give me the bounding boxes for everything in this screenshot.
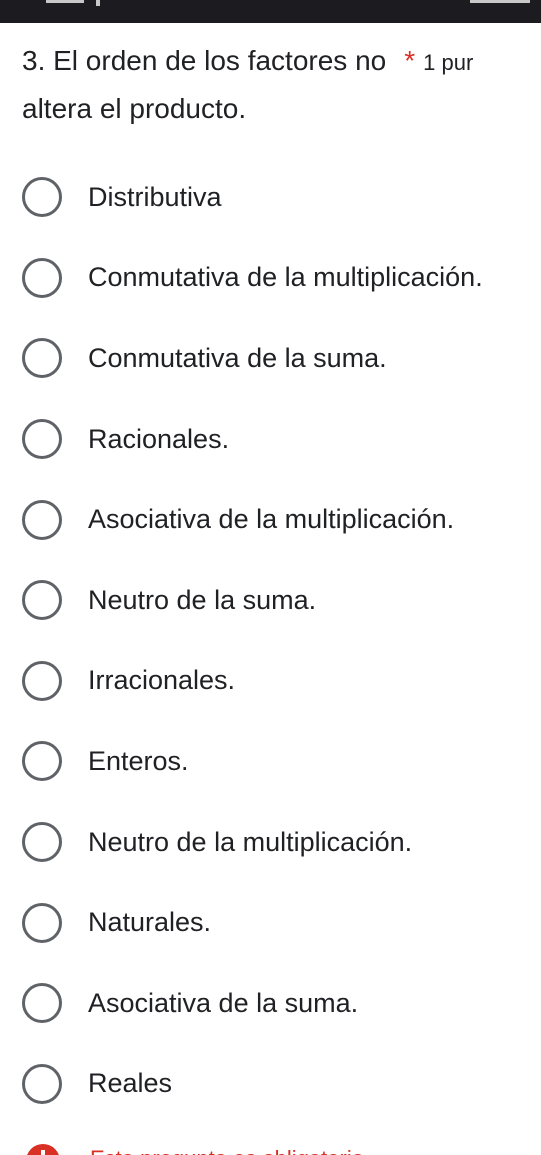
radio-button[interactable] — [22, 902, 62, 943]
radio-button[interactable] — [22, 580, 62, 621]
question-title-line2: altera el producto. — [22, 93, 247, 124]
option-conmutativa-multiplicacion[interactable]: Conmutativa de la multiplicación. — [0, 238, 541, 319]
option-label[interactable]: Enteros. — [88, 746, 189, 777]
options-list: Distributiva Conmutativa de la multiplic… — [0, 157, 541, 1124]
radio-button[interactable] — [22, 177, 62, 218]
option-label[interactable]: Asociativa de la suma. — [88, 988, 358, 1019]
option-label[interactable]: Distributiva — [88, 182, 222, 213]
option-irracionales[interactable]: Irracionales. — [0, 641, 541, 722]
option-enteros[interactable]: Enteros. — [0, 721, 541, 802]
option-label[interactable]: Conmutativa de la multiplicación. — [88, 262, 483, 293]
radio-button[interactable] — [22, 257, 62, 298]
option-distributiva[interactable]: Distributiva — [0, 157, 541, 238]
option-neutro-suma[interactable]: Neutro de la suma. — [0, 560, 541, 641]
top-bar-mark — [46, 0, 84, 3]
option-reales[interactable]: Reales — [0, 1044, 541, 1125]
option-label[interactable]: Neutro de la multiplicación. — [88, 827, 412, 858]
radio-button[interactable] — [22, 822, 62, 863]
radio-button[interactable] — [22, 1063, 62, 1104]
option-racionales[interactable]: Racionales. — [0, 399, 541, 480]
error-icon — [26, 1144, 60, 1155]
option-asociativa-suma[interactable]: Asociativa de la suma. — [0, 963, 541, 1044]
option-label[interactable]: Neutro de la suma. — [88, 585, 316, 616]
question-points: 1 pur — [423, 50, 474, 75]
option-label[interactable]: Irracionales. — [88, 665, 235, 696]
radio-button[interactable] — [22, 338, 62, 379]
option-label[interactable]: Conmutativa de la suma. — [88, 343, 387, 374]
question-title: 3. El orden de los factores no * 1 pur alt… — [22, 38, 541, 132]
top-bar — [0, 0, 541, 23]
option-conmutativa-suma[interactable]: Conmutativa de la suma. — [0, 318, 541, 399]
option-label[interactable]: Naturales. — [88, 907, 211, 938]
option-label[interactable]: Reales — [88, 1068, 172, 1099]
required-warning: Esta pregunta es obligatoria — [0, 1138, 541, 1155]
radio-button[interactable] — [22, 499, 62, 540]
radio-button[interactable] — [22, 660, 62, 701]
option-neutro-multiplicacion[interactable]: Neutro de la multiplicación. — [0, 802, 541, 883]
required-warning-text: Esta pregunta es obligatoria — [90, 1146, 364, 1155]
option-asociativa-multiplicacion[interactable]: Asociativa de la multiplicación. — [0, 479, 541, 560]
radio-button[interactable] — [22, 741, 62, 782]
option-naturales[interactable]: Naturales. — [0, 882, 541, 963]
radio-button[interactable] — [22, 419, 62, 460]
top-bar-mark — [96, 0, 100, 6]
radio-button[interactable] — [22, 983, 62, 1024]
question-title-line1: 3. El orden de los factores no — [22, 45, 387, 76]
option-label[interactable]: Asociativa de la multiplicación. — [88, 504, 454, 535]
option-label[interactable]: Racionales. — [88, 424, 229, 455]
top-bar-mark — [470, 0, 530, 3]
required-asterisk: * — [404, 45, 416, 76]
